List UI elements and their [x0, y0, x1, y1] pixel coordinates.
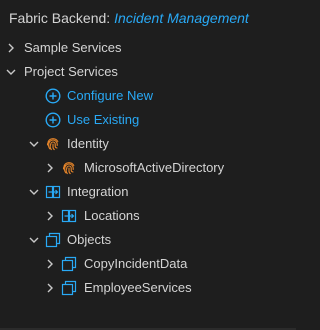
tree-item-label: Locations	[84, 208, 140, 223]
tree-item-microsoft-active-directory[interactable]: MicrosoftActiveDirectory	[0, 156, 296, 180]
tree-item-label: CopyIncidentData	[84, 256, 188, 271]
chevron-down-icon[interactable]	[28, 234, 40, 246]
tree-item-copy-incident-data[interactable]: CopyIncidentData	[0, 252, 296, 276]
object-icon	[61, 280, 77, 296]
chevron-right-icon[interactable]	[44, 258, 56, 270]
configure-new-button[interactable]: Configure New	[0, 84, 296, 108]
panel-header: Fabric Backend: Incident Management	[0, 0, 296, 36]
use-existing-button[interactable]: Use Existing	[0, 108, 296, 132]
plus-circle-icon	[45, 112, 61, 128]
services-tree: Sample Services Project Services Configu…	[0, 36, 296, 300]
tree-item-label: Integration	[67, 184, 129, 199]
tree-item-sample-services[interactable]: Sample Services	[0, 36, 296, 60]
use-existing-label: Use Existing	[67, 112, 140, 127]
tree-item-locations[interactable]: Locations	[0, 204, 296, 228]
tree-item-objects[interactable]: Objects	[0, 228, 296, 252]
integration-icon	[45, 185, 61, 199]
fabric-backend-panel: Fabric Backend: Incident Management Samp…	[0, 0, 296, 330]
tree-item-identity[interactable]: Identity	[0, 132, 296, 156]
chevron-right-icon[interactable]	[44, 162, 56, 174]
fingerprint-icon	[62, 162, 75, 175]
tree-item-integration[interactable]: Integration	[0, 180, 296, 204]
chevron-right-icon[interactable]	[44, 282, 56, 294]
tree-item-label: MicrosoftActiveDirectory	[84, 160, 225, 175]
tree-item-project-services[interactable]: Project Services	[0, 60, 296, 84]
object-icon	[61, 256, 77, 272]
chevron-right-icon[interactable]	[44, 210, 56, 222]
project-name-link[interactable]: Incident Management	[114, 10, 249, 26]
object-icon	[45, 232, 61, 248]
chevron-down-icon[interactable]	[28, 186, 40, 198]
chevron-down-icon[interactable]	[28, 138, 40, 150]
chevron-right-icon[interactable]	[5, 42, 17, 54]
header-prefix: Fabric Backend:	[9, 10, 111, 26]
tree-item-label: Project Services	[24, 64, 118, 79]
configure-new-label: Configure New	[67, 88, 153, 103]
tree-item-label: Objects	[67, 232, 112, 247]
integration-icon	[61, 209, 77, 223]
tree-item-label: Sample Services	[24, 40, 122, 55]
tree-item-label: Identity	[67, 136, 109, 151]
fingerprint-icon	[46, 138, 59, 151]
chevron-down-icon[interactable]	[5, 66, 17, 78]
tree-item-employee-services[interactable]: EmployeeServices	[0, 276, 296, 300]
tree-item-label: EmployeeServices	[84, 280, 192, 295]
plus-circle-icon	[45, 88, 61, 104]
